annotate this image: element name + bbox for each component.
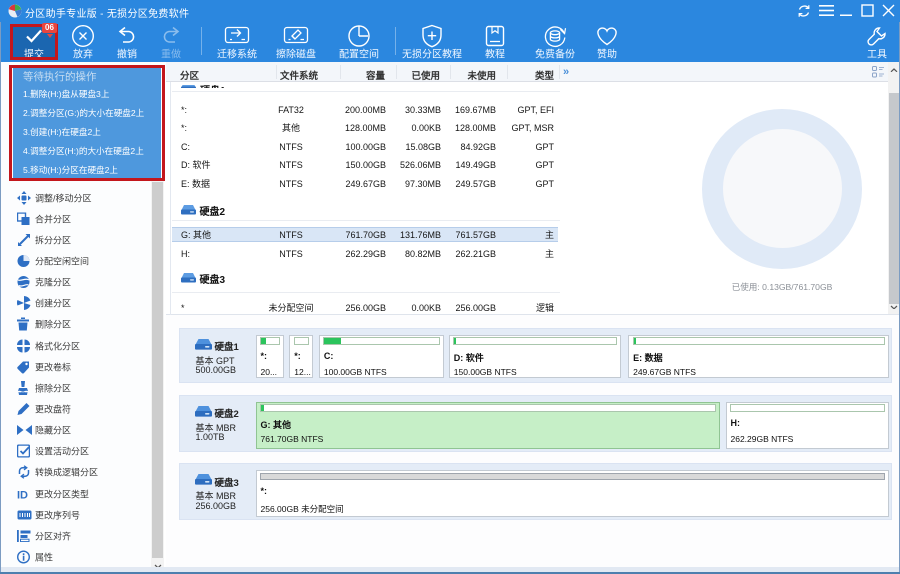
svg-text:ID: ID	[17, 489, 28, 499]
